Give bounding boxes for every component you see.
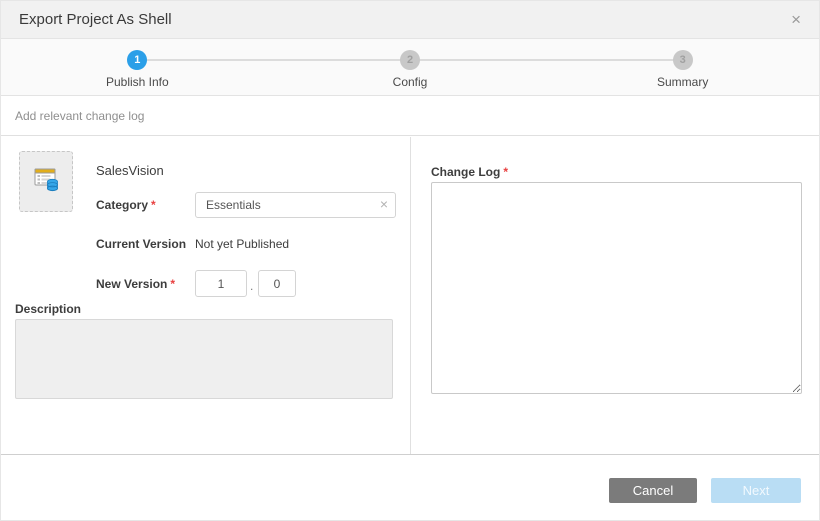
change-log-label: Change Log* (431, 165, 508, 179)
next-button[interactable]: Next (711, 478, 801, 503)
new-version-major-input[interactable] (195, 270, 247, 297)
clear-category-icon[interactable]: × (380, 197, 388, 211)
dialog-body: SalesVision Category* × Current Version … (1, 137, 819, 454)
step-3-circle: 3 (673, 50, 693, 70)
dialog-titlebar: Export Project As Shell × (1, 1, 819, 39)
subheader: Add relevant change log (1, 96, 819, 136)
new-version-minor-input[interactable] (258, 270, 296, 297)
step-1-circle: 1 (127, 50, 147, 70)
step-summary[interactable]: 3 Summary (546, 39, 819, 95)
app-window-database-icon (29, 162, 63, 201)
project-icon-box (19, 151, 73, 212)
step-3-label: Summary (657, 75, 708, 89)
version-separator: . (250, 279, 253, 293)
wizard-stepper: 1 Publish Info 2 Config 3 Summary (1, 39, 819, 96)
export-project-dialog: Export Project As Shell × 1 Publish Info… (0, 0, 820, 521)
new-version-label: New Version* (96, 277, 175, 291)
close-icon[interactable]: × (791, 11, 801, 28)
cancel-button[interactable]: Cancel (609, 478, 697, 503)
category-field-wrap: × (195, 192, 396, 218)
dialog-footer: Cancel Next (1, 454, 819, 520)
step-2-label: Config (393, 75, 428, 89)
step-1-label: Publish Info (106, 75, 169, 89)
step-publish-info[interactable]: 1 Publish Info (1, 39, 274, 95)
category-required-asterisk: * (151, 198, 156, 212)
step-2-circle: 2 (400, 50, 420, 70)
publish-info-left-panel: SalesVision Category* × Current Version … (1, 137, 411, 454)
project-name: SalesVision (96, 163, 164, 178)
change-log-required-asterisk: * (503, 165, 508, 179)
current-version-value: Not yet Published (195, 237, 289, 251)
category-label: Category* (96, 198, 156, 212)
current-version-label: Current Version (96, 237, 186, 251)
step-config[interactable]: 2 Config (274, 39, 547, 95)
change-log-textarea[interactable] (431, 182, 802, 394)
description-label: Description (15, 302, 81, 316)
dialog-title: Export Project As Shell (19, 11, 172, 28)
category-input[interactable] (195, 192, 396, 218)
change-log-panel: Change Log* (412, 137, 819, 454)
description-textarea (15, 319, 393, 399)
subheader-text: Add relevant change log (15, 109, 144, 123)
new-version-required-asterisk: * (170, 277, 175, 291)
